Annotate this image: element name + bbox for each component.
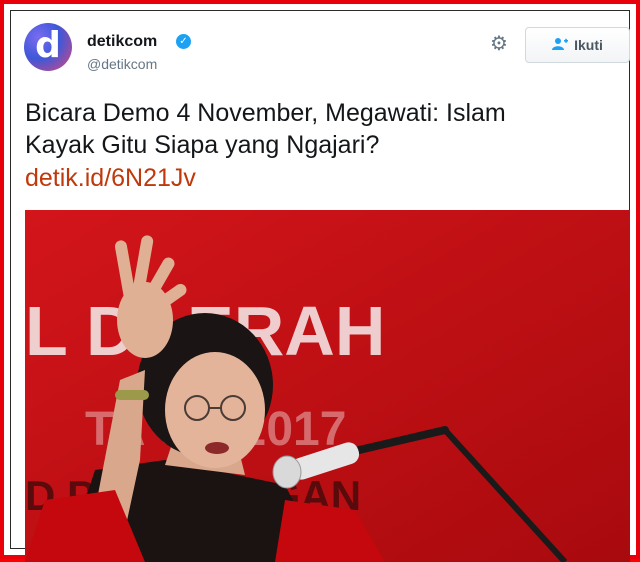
tweet-photo[interactable]: L DAERAH TA UN 2017 D PERJUANGAN bbox=[25, 210, 630, 562]
tweet-card: d detikcom ✓ @detikcom ⚙ Ikuti Bicara De… bbox=[10, 10, 630, 562]
follow-label: Ikuti bbox=[574, 37, 603, 53]
account-name[interactable]: detikcom bbox=[87, 33, 157, 51]
red-frame: d detikcom ✓ @detikcom ⚙ Ikuti Bicara De… bbox=[0, 0, 640, 562]
tweet-text: Bicara Demo 4 November, Megawati: Islam … bbox=[25, 97, 625, 161]
tweet-text-line-2: Kayak Gitu Siapa yang Ngajari? bbox=[25, 131, 380, 159]
add-user-icon bbox=[552, 37, 569, 54]
account-handle[interactable]: @detikcom bbox=[87, 56, 157, 72]
gear-icon[interactable]: ⚙ bbox=[490, 34, 508, 54]
tweet-text-line-1: Bicara Demo 4 November, Megawati: Islam bbox=[25, 99, 506, 127]
avatar-letter: d bbox=[35, 24, 61, 66]
tweet-link[interactable]: detik.id/6N21Jv bbox=[25, 164, 196, 193]
follow-button[interactable]: Ikuti bbox=[525, 27, 630, 63]
avatar[interactable]: d bbox=[24, 23, 72, 71]
verified-badge-icon: ✓ bbox=[176, 34, 191, 49]
